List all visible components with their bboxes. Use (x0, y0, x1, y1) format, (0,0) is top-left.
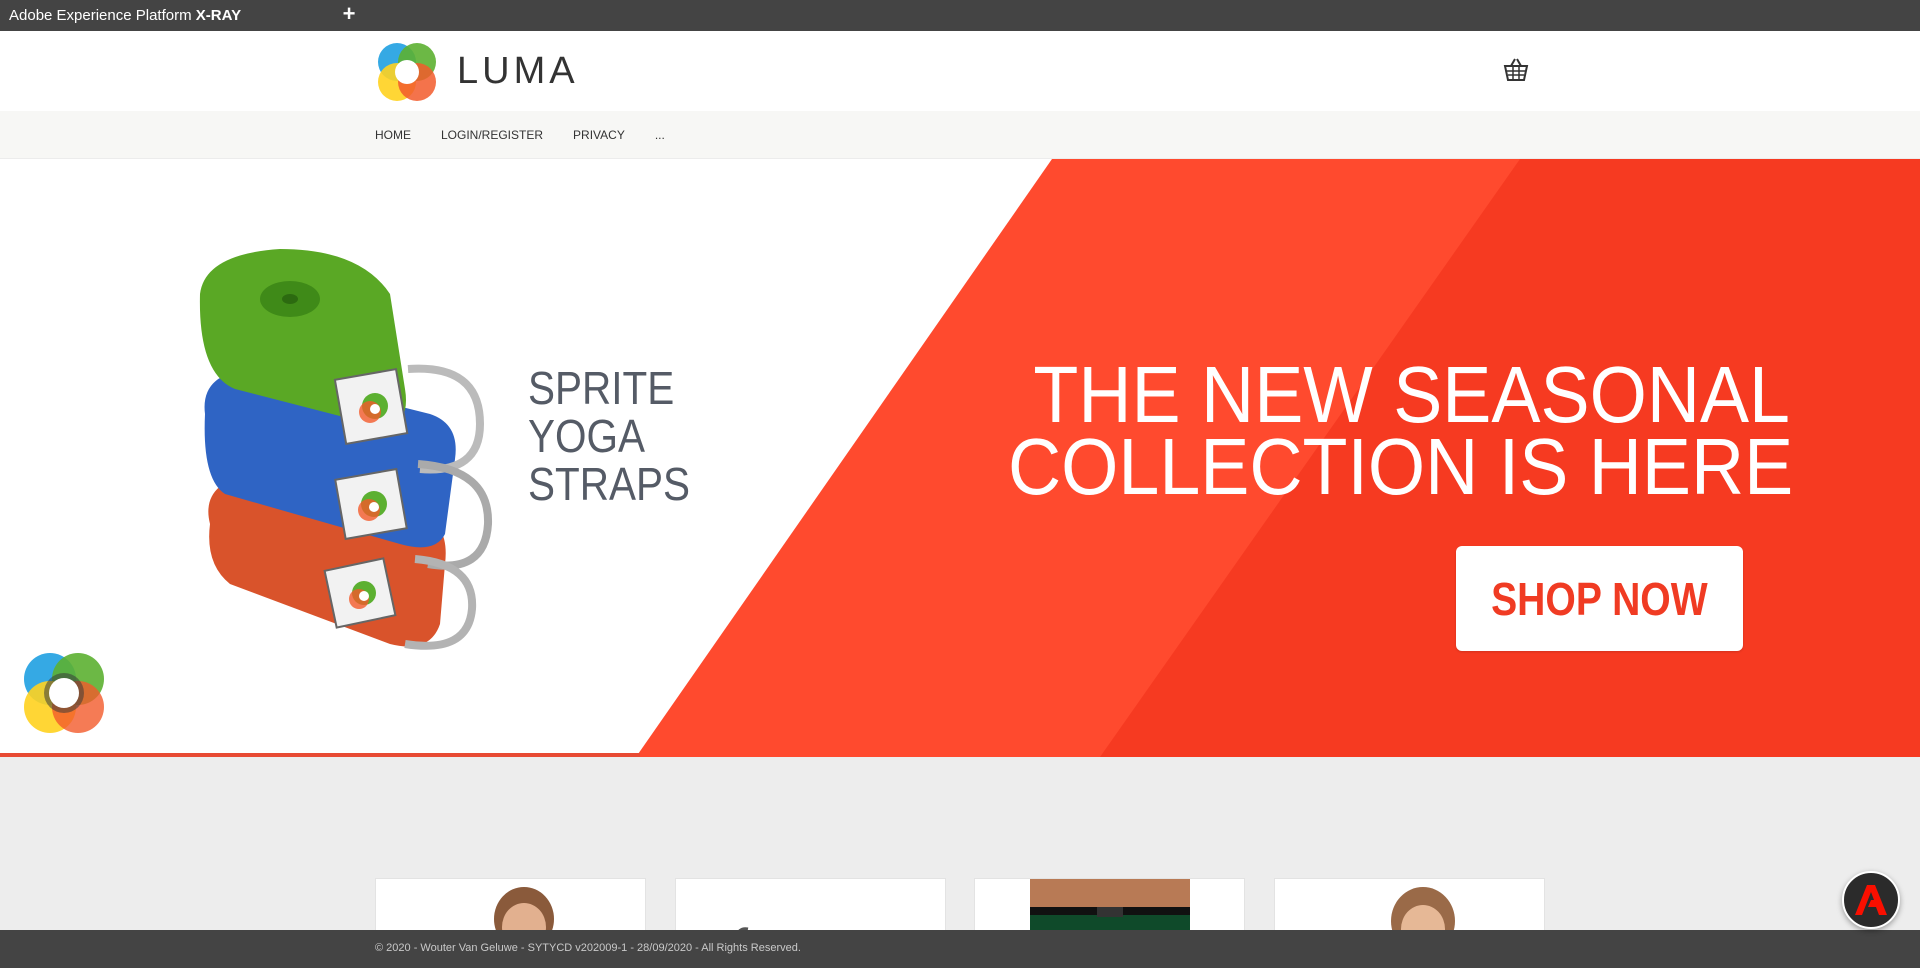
tagline-line: SPRITE (528, 362, 675, 414)
product-card[interactable] (375, 878, 646, 930)
shop-now-button[interactable]: SHOP NOW (1456, 546, 1743, 651)
tagline-line: YOGA (528, 410, 645, 462)
adobe-launcher-button[interactable] (1842, 871, 1900, 929)
hero-banner[interactable]: SPRITE YOGA STRAPS THE NEW SEASONAL COLL… (0, 159, 1920, 757)
footer-copyright: © 2020 - Wouter Van Geluwe - SYTYCD v202… (375, 942, 801, 954)
product-image (1030, 879, 1190, 930)
site-header: LUMA (0, 31, 1920, 111)
product-image (738, 927, 749, 930)
xray-title: Adobe Experience Platform X-RAY (9, 7, 241, 24)
adobe-icon (1855, 885, 1887, 915)
product-grid (0, 757, 1920, 930)
shop-now-label: SHOP NOW (1491, 572, 1708, 625)
brand-wordmark: LUMA (457, 50, 579, 92)
basket-icon[interactable] (1502, 56, 1530, 84)
headline-line: THE NEW SEASONAL (1033, 350, 1790, 439)
xray-title-bold: X-RAY (195, 7, 242, 24)
nav-items: HOME LOGIN/REGISTER PRIVACY ... (375, 111, 695, 159)
tagline-line: STRAPS (528, 458, 690, 510)
add-plus-button[interactable]: + (340, 0, 358, 28)
site-footer: © 2020 - Wouter Van Geluwe - SYTYCD v202… (0, 930, 1920, 968)
hero-headline: THE NEW SEASONAL COLLECTION IS HERE (1008, 350, 1794, 511)
nav-item-home[interactable]: HOME (375, 128, 411, 142)
main-nav: HOME LOGIN/REGISTER PRIVACY ... (0, 111, 1920, 159)
luma-logo[interactable]: LUMA (375, 40, 595, 102)
product-image (494, 887, 554, 930)
xray-title-prefix: Adobe Experience Platform (9, 7, 192, 24)
luma-badge-icon (24, 653, 104, 733)
nav-item-login-register[interactable]: LOGIN/REGISTER (441, 128, 543, 142)
product-card[interactable] (675, 878, 946, 930)
hero-tagline: SPRITE YOGA STRAPS (528, 364, 722, 508)
headline-line: COLLECTION IS HERE (1008, 422, 1794, 511)
nav-item-privacy[interactable]: PRIVACY (573, 128, 625, 142)
product-image (1391, 887, 1455, 930)
yoga-straps-image (199, 249, 493, 650)
nav-item-more[interactable]: ... (655, 128, 665, 142)
xray-extension-bar: Adobe Experience Platform X-RAY + (0, 0, 1920, 31)
luma-logo-icon (378, 43, 436, 101)
product-card[interactable] (974, 878, 1245, 930)
product-card[interactable] (1274, 878, 1545, 930)
